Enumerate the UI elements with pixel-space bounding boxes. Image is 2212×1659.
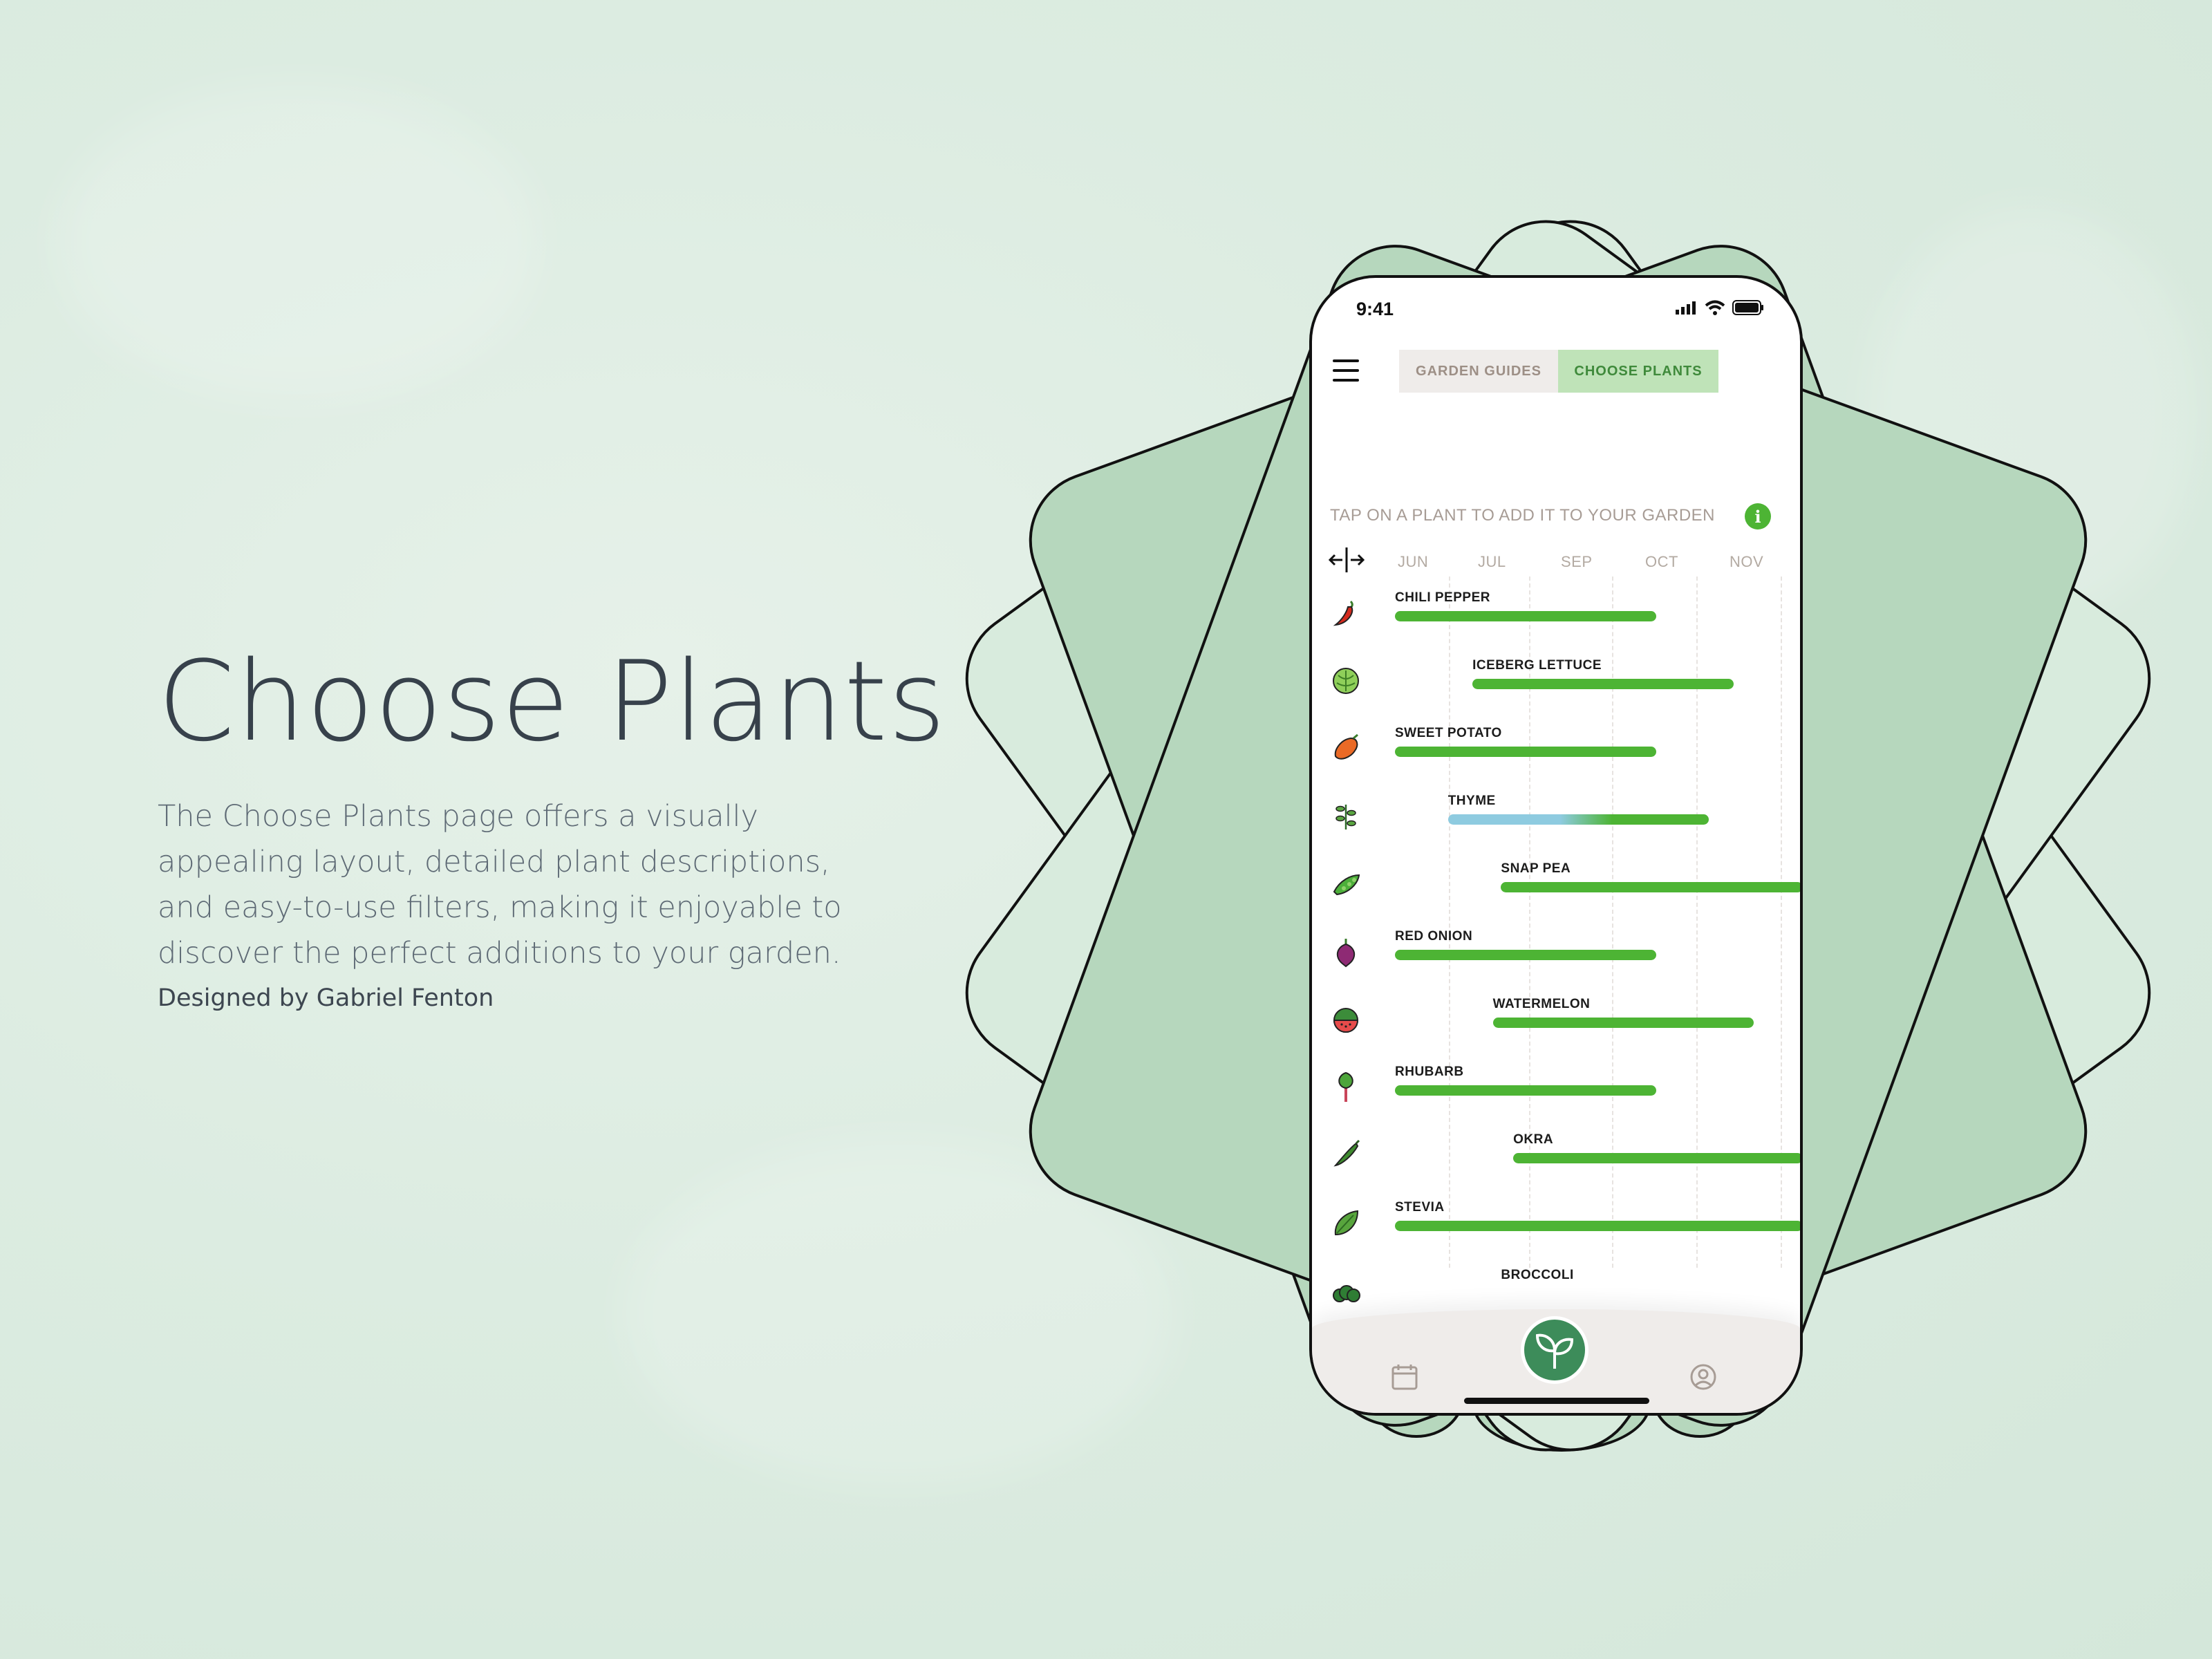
season-bar-okra[interactable] — [1513, 1153, 1800, 1163]
profile-icon[interactable] — [1689, 1363, 1717, 1391]
month-label: OCT — [1645, 553, 1678, 570]
horizontal-scroll-icon[interactable] — [1327, 546, 1366, 574]
designer-credit: Designed by Gabriel Fenton — [158, 984, 494, 1012]
lettuce-icon — [1330, 665, 1362, 697]
page-description: The Choose Plants page offers a visually… — [158, 799, 842, 971]
rhubarb-icon — [1330, 1071, 1362, 1103]
plant-label-sweet-potato[interactable]: SWEET POTATO — [1395, 726, 1502, 741]
tab-bar: GARDEN GUIDES CHOOSE PLANTS — [1399, 350, 1718, 393]
plant-label-red-onion[interactable]: RED ONION — [1395, 929, 1472, 944]
season-bar-rhubarb[interactable] — [1395, 1085, 1656, 1096]
snap-pea-icon — [1330, 868, 1362, 900]
month-label: NOV — [1730, 553, 1764, 570]
home-indicator — [1464, 1398, 1649, 1404]
calendar-icon[interactable] — [1391, 1363, 1418, 1391]
watermelon-icon — [1330, 1004, 1362, 1035]
sweet-potato-icon — [1330, 733, 1362, 765]
red-onion-icon — [1330, 936, 1362, 968]
wifi-icon — [1705, 300, 1725, 315]
plant-label-snap-pea[interactable]: SNAP PEA — [1501, 861, 1571, 877]
okra-icon — [1330, 1139, 1362, 1171]
battery-icon — [1732, 300, 1763, 315]
season-bar-iceberg-lettuce[interactable] — [1472, 679, 1734, 689]
season-bar-chili-pepper[interactable] — [1395, 611, 1656, 621]
month-gridline — [1781, 577, 1782, 1268]
stevia-icon — [1330, 1207, 1362, 1239]
plant-label-stevia[interactable]: STEVIA — [1395, 1200, 1445, 1215]
season-bar-snap-pea[interactable] — [1501, 882, 1800, 892]
season-bar-watermelon[interactable] — [1492, 1018, 1754, 1028]
month-label: SEP — [1561, 553, 1593, 570]
status-bar-icons — [1676, 300, 1764, 315]
month-label: JUN — [1398, 553, 1429, 570]
page-title: Choose Plants — [158, 637, 947, 766]
season-bar-stevia[interactable] — [1395, 1221, 1800, 1231]
plant-label-okra[interactable]: OKRA — [1513, 1132, 1553, 1147]
plant-label-rhubarb[interactable]: RHUBARB — [1395, 1065, 1464, 1080]
season-bar-thyme[interactable] — [1447, 814, 1709, 825]
month-label: JUL — [1478, 553, 1506, 570]
tab-choose-plants[interactable]: CHOOSE PLANTS — [1558, 350, 1718, 393]
hamburger-menu-icon[interactable] — [1333, 358, 1360, 384]
plant-label-chili-pepper[interactable]: CHILI PEPPER — [1395, 590, 1490, 606]
add-plant-button[interactable] — [1521, 1316, 1588, 1384]
plant-label-watermelon[interactable]: WATERMELON — [1493, 997, 1591, 1012]
broccoli-icon — [1330, 1275, 1362, 1306]
instruction-text: TAP ON A PLANT TO ADD IT TO YOUR GARDEN — [1330, 506, 1716, 525]
info-icon[interactable]: i — [1745, 503, 1771, 529]
season-bar-sweet-potato[interactable] — [1395, 747, 1656, 757]
plant-label-iceberg-lettuce[interactable]: ICEBERG LETTUCE — [1472, 658, 1602, 673]
month-gridline — [1449, 577, 1450, 1268]
season-bar-red-onion[interactable] — [1395, 950, 1656, 960]
tab-garden-guides[interactable]: GARDEN GUIDES — [1399, 350, 1558, 393]
phone-mockup: 9:41 GARDEN GUIDES CHOOSE PLANTS TAP ON … — [1309, 275, 1803, 1416]
status-time: 9:41 — [1356, 299, 1394, 319]
plant-label-thyme[interactable]: THYME — [1448, 794, 1496, 809]
chili-pepper-icon — [1330, 597, 1362, 629]
sprout-icon — [1535, 1333, 1574, 1369]
plant-label-broccoli[interactable]: BROCCOLI — [1501, 1268, 1573, 1283]
thyme-icon — [1330, 800, 1362, 832]
background-texture — [55, 83, 539, 401]
signal-icon — [1676, 301, 1696, 315]
